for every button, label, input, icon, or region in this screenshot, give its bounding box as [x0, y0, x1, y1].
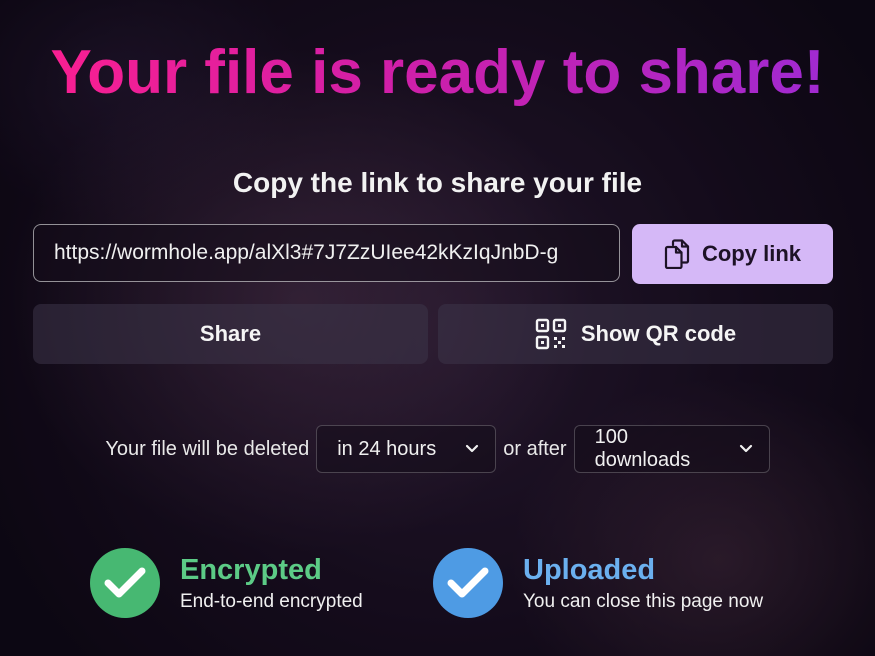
share-button[interactable]: Share [33, 304, 428, 364]
copy-link-label: Copy link [701, 241, 801, 266]
check-icon [90, 548, 160, 618]
expiry-downloads-value: 100 downloads [594, 426, 691, 471]
uploaded-status: Uploaded You can close this page now [433, 548, 763, 618]
expiry-time-select[interactable]: in 24 hours [316, 425, 497, 473]
clipboard-copy-icon [664, 239, 690, 269]
show-qr-code-label: Show QR code [580, 321, 737, 346]
expiry-connector-label: or after [503, 437, 567, 460]
expiry-settings: Your file will be deleted in 24 hours or… [0, 424, 875, 474]
share-link-field[interactable]: https://wormhole.app/alXl3#7J7ZzUIee42kK… [33, 224, 620, 282]
copy-link-button[interactable]: Copy link [632, 224, 833, 284]
chevron-down-icon [739, 444, 753, 454]
check-icon [433, 548, 503, 618]
share-subtitle: Copy the link to share your file [232, 167, 643, 198]
chevron-down-icon [465, 444, 479, 454]
encrypted-status-subtitle: End-to-end encrypted [180, 591, 363, 612]
show-qr-code-button[interactable]: Show QR code [438, 304, 833, 364]
encrypted-status: Encrypted End-to-end encrypted [90, 548, 363, 618]
encrypted-status-title: Encrypted [180, 554, 322, 586]
share-button-label: Share [199, 321, 262, 346]
qr-code-icon [535, 318, 567, 350]
share-link-text: https://wormhole.app/alXl3#7J7ZzUIee42kK… [54, 241, 559, 264]
expiry-time-value: in 24 hours [337, 437, 437, 460]
expiry-downloads-select[interactable]: 100 downloads [573, 425, 770, 473]
uploaded-status-title: Uploaded [523, 554, 656, 586]
uploaded-status-subtitle: You can close this page now [523, 591, 764, 612]
expiry-prefix-label: Your file will be deleted [105, 437, 310, 460]
page-title: Your file is ready to share! [0, 38, 875, 108]
share-panel: Your file is ready to share! Copy the li… [0, 0, 875, 656]
